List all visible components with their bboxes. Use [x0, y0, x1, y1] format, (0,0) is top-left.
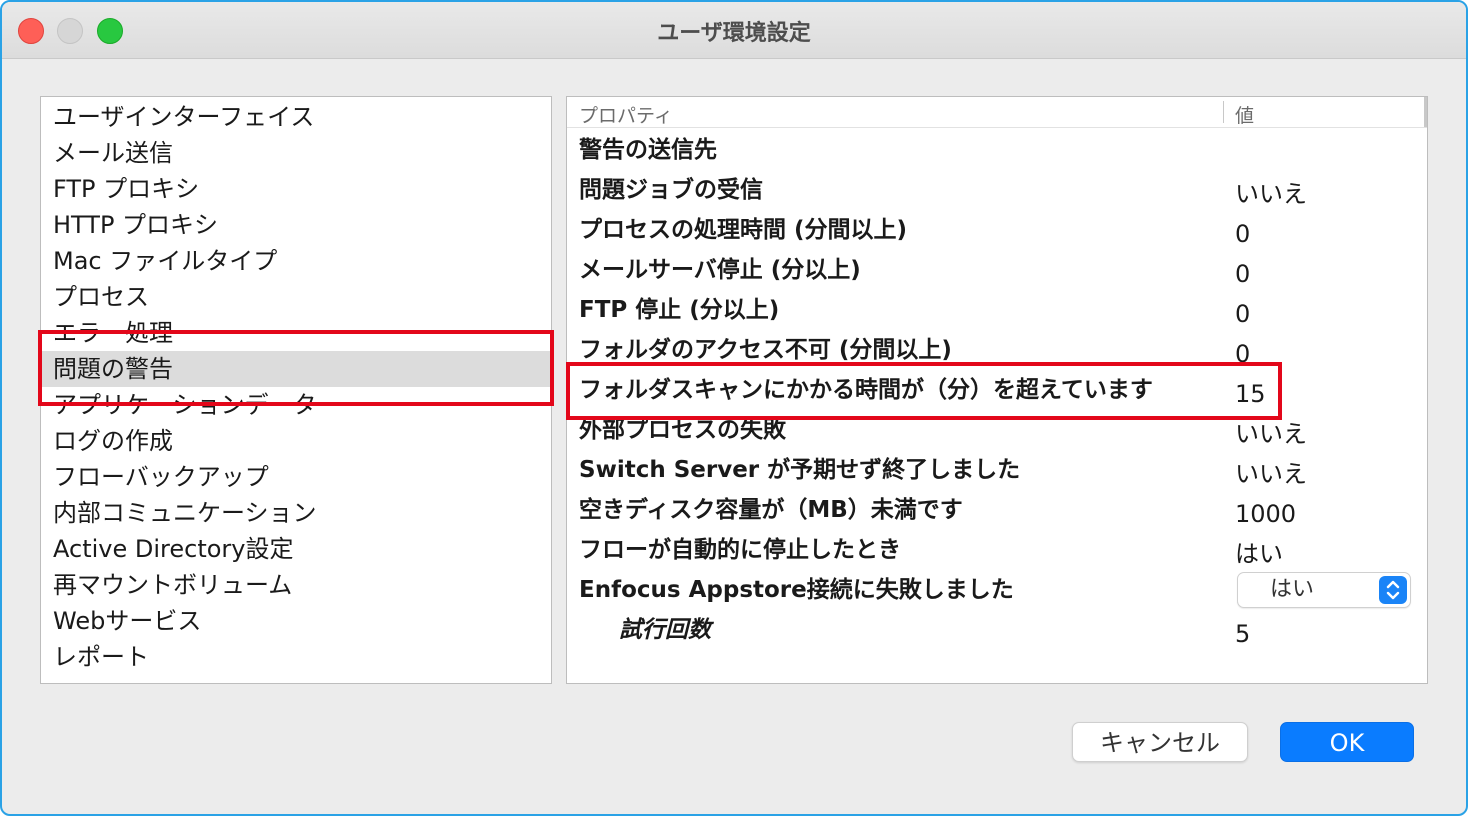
table-row-highlighted[interactable]: フォルダスキャンにかかる時間が（分）を超えています 15 — [567, 370, 1427, 410]
ok-button[interactable]: OK — [1280, 722, 1414, 762]
column-header-property[interactable]: プロパティ — [579, 101, 673, 128]
scrollbar[interactable] — [1424, 97, 1427, 127]
preferences-window: ユーザ環境設定 ユーザインターフェイス メール送信 FTP プロキシ HTTP … — [0, 0, 1468, 816]
column-divider[interactable] — [1223, 101, 1224, 123]
table-row[interactable]: 問題ジョブの受信 いいえ — [567, 170, 1427, 210]
property-name: FTP 停止 (分以上) — [579, 297, 780, 323]
property-value[interactable]: はい — [1235, 534, 1283, 574]
category-list[interactable]: ユーザインターフェイス メール送信 FTP プロキシ HTTP プロキシ Mac… — [40, 96, 552, 684]
property-value[interactable]: いいえ — [1235, 414, 1307, 454]
category-item[interactable]: FTP プロキシ — [41, 171, 551, 207]
table-row[interactable]: フローが自動的に停止したとき はい — [567, 530, 1427, 570]
table-row[interactable]: 空きディスク容量が（MB）未満です 1000 — [567, 490, 1427, 530]
property-value[interactable]: 1000 — [1235, 494, 1296, 534]
property-name: Switch Server が予期せず終了しました — [579, 457, 1021, 483]
property-value[interactable]: 0 — [1235, 334, 1250, 374]
table-row[interactable]: FTP 停止 (分以上) 0 — [567, 290, 1427, 330]
property-value[interactable]: いいえ — [1235, 454, 1307, 494]
category-item[interactable]: Active Directory設定 — [41, 531, 551, 567]
category-item[interactable]: 内部コミュニケーション — [41, 495, 551, 531]
table-row[interactable]: Switch Server が予期せず終了しました いいえ — [567, 450, 1427, 490]
property-name: フローが自動的に停止したとき — [579, 537, 901, 563]
chevron-updown-icon — [1379, 576, 1407, 604]
category-item[interactable]: Webサービス — [41, 603, 551, 639]
category-item[interactable]: レポート — [41, 639, 551, 675]
table-row[interactable]: プロセスの処理時間 (分間以上) 0 — [567, 210, 1427, 250]
category-item-selected[interactable]: 問題の警告 — [41, 351, 551, 387]
category-item[interactable]: プロセス — [41, 279, 551, 315]
property-name: プロセスの処理時間 (分間以上) — [579, 217, 908, 243]
property-name: 試行回数 — [619, 617, 711, 643]
property-table: プロパティ 値 警告の送信先 問題ジョブの受信 いいえ プロセスの処理時間 (分… — [566, 96, 1428, 684]
property-value[interactable]: 5 — [1235, 614, 1250, 654]
select-value: はい — [1270, 577, 1315, 602]
table-header: プロパティ 値 — [567, 97, 1427, 128]
table-row[interactable]: 試行回数 5 — [567, 610, 1427, 650]
table-row[interactable]: 外部プロセスの失敗 いいえ — [567, 410, 1427, 450]
property-name: Enfocus Appstore接続に失敗しました — [579, 577, 1014, 603]
category-item[interactable]: Mac ファイルタイプ — [41, 243, 551, 279]
property-name: 外部プロセスの失敗 — [579, 417, 786, 443]
category-item[interactable]: アプリケーションデータ — [41, 387, 551, 423]
category-item[interactable]: ユーザインターフェイス — [41, 99, 551, 135]
category-item[interactable]: メール送信 — [41, 135, 551, 171]
window-title: ユーザ環境設定 — [657, 21, 811, 46]
category-item[interactable]: エラー処理 — [41, 315, 551, 351]
value-select[interactable]: はい — [1237, 572, 1411, 608]
table-row[interactable]: フォルダのアクセス不可 (分間以上) 0 — [567, 330, 1427, 370]
property-value[interactable]: 15 — [1235, 374, 1266, 414]
category-item[interactable]: フローバックアップ — [41, 459, 551, 495]
property-name: 警告の送信先 — [579, 137, 717, 163]
property-name: 問題ジョブの受信 — [579, 177, 763, 203]
property-value[interactable]: 0 — [1235, 214, 1250, 254]
property-value[interactable]: 0 — [1235, 294, 1250, 334]
category-item[interactable]: ログの作成 — [41, 423, 551, 459]
property-value[interactable]: いいえ — [1235, 174, 1307, 214]
column-header-value[interactable]: 値 — [1235, 101, 1254, 128]
category-item[interactable]: HTTP プロキシ — [41, 207, 551, 243]
property-name: 空きディスク容量が（MB）未満です — [579, 497, 963, 523]
property-name: フォルダスキャンにかかる時間が（分）を超えています — [579, 377, 1153, 403]
category-item[interactable]: 再マウントボリューム — [41, 567, 551, 603]
table-row[interactable]: Enfocus Appstore接続に失敗しました はい — [567, 570, 1427, 610]
property-value[interactable]: 0 — [1235, 254, 1250, 294]
table-row[interactable]: メールサーバ停止 (分以上) 0 — [567, 250, 1427, 290]
title-bar: ユーザ環境設定 — [2, 2, 1466, 59]
property-name: メールサーバ停止 (分以上) — [579, 257, 861, 283]
cancel-button[interactable]: キャンセル — [1072, 722, 1248, 762]
table-row[interactable]: 警告の送信先 — [567, 130, 1427, 170]
property-name: フォルダのアクセス不可 (分間以上) — [579, 337, 952, 363]
